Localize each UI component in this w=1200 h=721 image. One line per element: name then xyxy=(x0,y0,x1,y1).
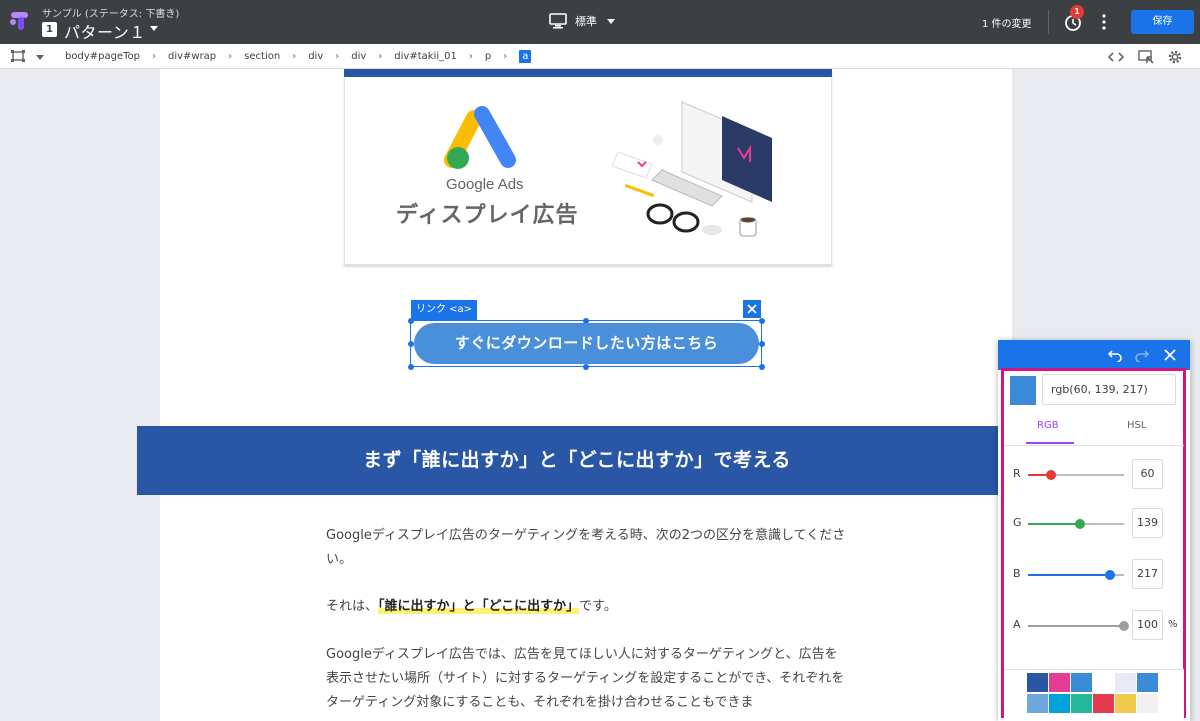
hero-image-top-stripe xyxy=(344,69,832,77)
current-color-swatch[interactable] xyxy=(1010,376,1036,405)
header-divider xyxy=(1048,10,1049,34)
variant-dropdown-icon[interactable] xyxy=(150,26,158,31)
chevron-down-icon xyxy=(607,18,615,24)
device-label: 標準 xyxy=(575,15,597,28)
resize-handle[interactable] xyxy=(759,318,765,324)
slider-track-r[interactable] xyxy=(1028,474,1124,476)
undo-icon[interactable] xyxy=(1108,348,1122,362)
color-preset-swatch[interactable] xyxy=(1049,673,1070,692)
breadcrumb-item-active[interactable]: a xyxy=(519,50,532,63)
body-paragraph: Googleディスプレイ広告では、広告を見てほしい人に対するターゲティングと、広… xyxy=(326,647,845,710)
google-ads-logo-icon xyxy=(444,106,516,169)
highlighted-text: 「誰に出すか」と「どこに出すか」 xyxy=(378,599,580,614)
color-picker-header xyxy=(998,340,1190,370)
percent-sign: % xyxy=(1168,619,1178,630)
breadcrumb-item[interactable]: section xyxy=(244,51,280,62)
color-preset-swatch[interactable] xyxy=(1137,673,1158,692)
active-tab-indicator xyxy=(1026,442,1074,444)
paragraph-text: それは、 xyxy=(326,599,379,614)
desk-illustration-icon xyxy=(612,101,772,237)
channel-value-g[interactable]: 139 xyxy=(1132,508,1163,538)
picker-divider xyxy=(1004,445,1184,446)
chevron-right-icon: › xyxy=(503,51,508,62)
color-preset-swatch[interactable] xyxy=(1137,694,1158,713)
color-preset-swatch[interactable] xyxy=(1115,673,1136,692)
color-presets xyxy=(1004,669,1184,718)
monitor-icon xyxy=(549,13,567,29)
breadcrumb: body#pageTop › div#wrap › section › div … xyxy=(65,44,532,69)
color-preset-swatch[interactable] xyxy=(1027,694,1048,713)
close-icon[interactable] xyxy=(743,300,761,318)
notification-badge: 1 xyxy=(1070,5,1084,19)
redo-icon[interactable] xyxy=(1135,348,1149,362)
color-preset-swatch[interactable] xyxy=(1049,694,1070,713)
channel-label-g: G xyxy=(1013,516,1022,529)
color-preset-swatch[interactable] xyxy=(1071,673,1092,692)
breadcrumb-item[interactable]: div xyxy=(308,51,323,62)
color-preset-swatch[interactable] xyxy=(1093,673,1114,692)
optimize-logo-icon xyxy=(10,12,28,30)
color-preset-swatch[interactable] xyxy=(1027,673,1048,692)
chevron-right-icon: › xyxy=(378,51,383,62)
channel-value-a[interactable]: 100 xyxy=(1132,610,1163,640)
slider-thumb-a[interactable] xyxy=(1119,621,1129,631)
resize-handle[interactable] xyxy=(759,364,765,370)
body-paragraph: それは、「誰に出すか」と「どこに出すか」です。 xyxy=(326,595,846,619)
breadcrumb-item[interactable]: div#wrap xyxy=(168,51,216,62)
chevron-right-icon: › xyxy=(228,51,233,62)
breadcrumb-item[interactable]: div#takii_01 xyxy=(394,51,457,62)
resize-handle[interactable] xyxy=(583,364,589,370)
resize-handle[interactable] xyxy=(408,318,414,324)
color-value-input[interactable]: rgb(60, 139, 217) xyxy=(1042,374,1176,405)
select-element-icon[interactable] xyxy=(11,50,25,62)
select-cursor-icon[interactable] xyxy=(1138,49,1154,65)
google-ads-text: Google Ads xyxy=(446,176,524,193)
chevron-right-icon: › xyxy=(151,51,156,62)
slider-thumb-r[interactable] xyxy=(1046,470,1056,480)
variant-name[interactable]: パターン１ xyxy=(64,19,146,43)
breadcrumb-item[interactable]: div xyxy=(351,51,366,62)
display-ad-text: ディスプレイ広告 xyxy=(396,203,579,228)
highlight-frame xyxy=(1001,368,1186,718)
changes-count[interactable]: 1 件の変更 xyxy=(982,15,1032,30)
channel-label-b: B xyxy=(1013,567,1021,580)
save-button[interactable]: 保存 xyxy=(1131,10,1194,34)
paragraph-text: です。 xyxy=(579,599,617,614)
chevron-right-icon: › xyxy=(292,51,297,62)
channel-label-a: A xyxy=(1013,618,1021,631)
download-cta-button[interactable]: すぐにダウンロードしたい方はこちら xyxy=(414,323,759,364)
chevron-down-icon[interactable] xyxy=(36,55,44,60)
device-selector[interactable]: 標準 xyxy=(549,13,615,29)
selected-element-label: リンク <a> xyxy=(411,300,478,320)
color-preset-swatch[interactable] xyxy=(1071,694,1092,713)
tab-hsl[interactable]: HSL xyxy=(1127,420,1146,431)
more-vert-icon[interactable] xyxy=(1099,13,1109,31)
channel-label-r: R xyxy=(1013,467,1021,480)
resize-handle[interactable] xyxy=(759,341,765,347)
color-preset-swatch[interactable] xyxy=(1115,694,1136,713)
element-breadcrumb-bar: body#pageTop › div#wrap › section › div … xyxy=(0,44,1200,69)
top-bar: サンプル (ステータス: 下書き) 1 パターン１ 標準 1 件の変更 1 保存 xyxy=(0,0,1200,44)
slider-thumb-g[interactable] xyxy=(1075,519,1085,529)
close-icon[interactable] xyxy=(1163,348,1177,362)
resize-handle[interactable] xyxy=(408,364,414,370)
channel-value-r[interactable]: 60 xyxy=(1132,459,1163,489)
section-heading: まず「誰に出すか」と「どこに出すか」で考える xyxy=(137,426,1017,495)
chevron-right-icon: › xyxy=(468,51,473,62)
chevron-right-icon: › xyxy=(335,51,340,62)
body-paragraph: Googleディスプレイ広告のターゲティングを考える時、次の2つの区分を意識して… xyxy=(326,528,846,567)
tab-rgb[interactable]: RGB xyxy=(1037,420,1059,431)
color-preset-swatch[interactable] xyxy=(1093,694,1114,713)
breadcrumb-item[interactable]: body#pageTop xyxy=(65,51,140,62)
slider-track-a[interactable] xyxy=(1028,625,1124,627)
code-icon[interactable] xyxy=(1108,49,1124,65)
variant-number-badge: 1 xyxy=(42,22,57,37)
slider-thumb-b[interactable] xyxy=(1105,570,1115,580)
channel-value-b[interactable]: 217 xyxy=(1132,559,1163,589)
gear-icon[interactable] xyxy=(1167,49,1183,65)
experiment-subtitle: サンプル (ステータス: 下書き) xyxy=(42,9,180,20)
